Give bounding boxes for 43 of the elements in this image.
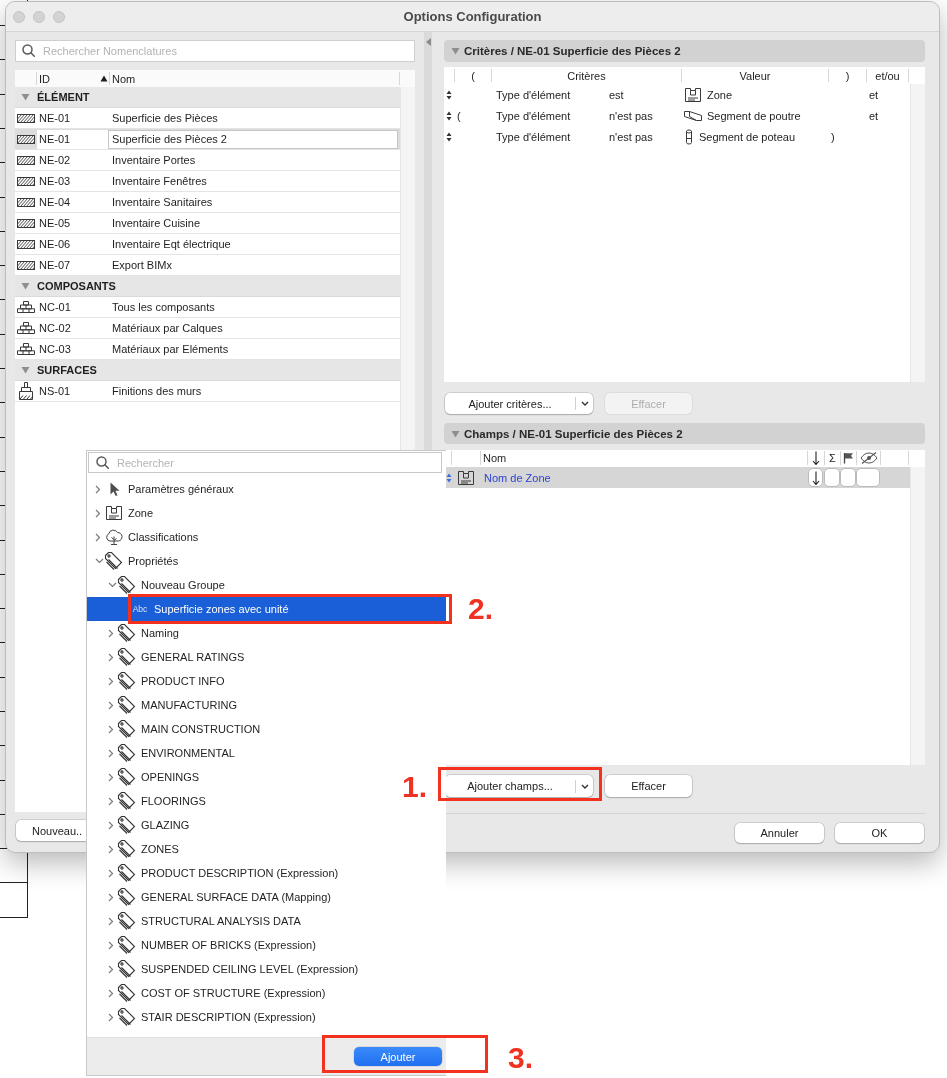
schedule-id: NE-01 [37, 129, 108, 149]
schedule-id: NC-01 [38, 300, 72, 315]
logic-text: et [869, 109, 879, 122]
operator-text: n'est pas [609, 109, 653, 122]
schedule-name: Inventaire Fenêtres [111, 174, 208, 189]
schedule-name: Finitions des murs [111, 384, 203, 399]
value-text: Segment de poutre [707, 109, 801, 122]
schedule-id: NE-02 [38, 153, 72, 168]
schedule-id: NE-05 [38, 216, 72, 231]
schedule-name: Inventaire Cuisine [111, 216, 202, 231]
schedule-name: Inventaire Sanitaires [111, 195, 214, 210]
step-number: 3. [508, 1043, 534, 1073]
schedule-id: NS-01 [38, 384, 72, 399]
step-number: 2. [468, 594, 494, 624]
schedule-name: Export BIMx [111, 258, 173, 273]
schedule-name: Inventaire Eqt électrique [111, 237, 232, 252]
value-text: Zone [707, 88, 733, 101]
field-name: Nom de Zone [483, 471, 552, 484]
criterion-text: Type d'élément [496, 88, 571, 101]
schedule-name: Superficie des Pièces [111, 111, 219, 126]
schedule-id: NC-03 [38, 342, 72, 357]
schedule-name: Tous les composants [111, 300, 216, 315]
schedule-id: NC-02 [38, 321, 72, 336]
operator-text: est [609, 88, 624, 101]
paren-text: ( [457, 109, 461, 122]
schedule-name: Superficie des Pièces 2 [108, 129, 398, 149]
operator-text: n'est pas [609, 130, 653, 143]
criterion-text: Type d'élément [496, 109, 571, 122]
value-text: Segment de poteau [699, 130, 796, 143]
paren-text: ) [831, 130, 835, 143]
schedule-id: NE-06 [38, 237, 72, 252]
schedule-id: NE-03 [38, 174, 72, 189]
schedule-name: Matériaux par Eléments [111, 342, 230, 357]
window-title: Options Configuration [403, 9, 542, 24]
step-number: 1. [402, 772, 428, 802]
logic-text: et [869, 88, 879, 101]
type-label: Abc [132, 604, 148, 614]
schedule-name: Matériaux par Calques [111, 321, 224, 336]
schedule-id: NE-01 [38, 111, 72, 126]
schedule-name: Inventaire Portes [111, 153, 197, 168]
schedule-id: NE-04 [38, 195, 72, 210]
schedule-id: NE-07 [38, 258, 72, 273]
criterion-text: Type d'élément [496, 130, 571, 143]
